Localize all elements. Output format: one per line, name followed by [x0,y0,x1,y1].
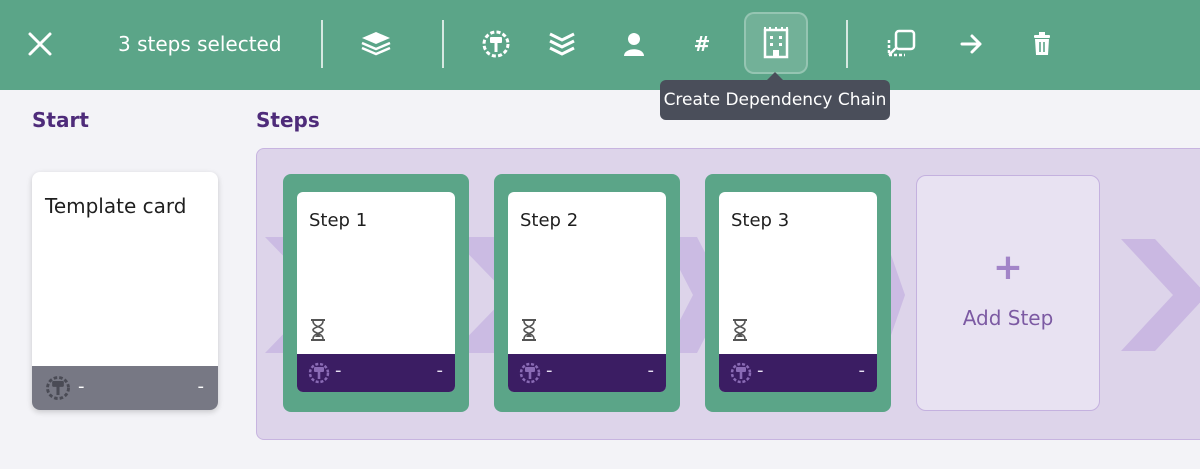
hammer-gear-icon [308,362,330,384]
hash-icon[interactable]: # [680,22,724,66]
hammer-gear-icon [519,362,541,384]
hammer-gear-icon [46,376,70,400]
step-frame-3[interactable]: Step 3 - - [705,174,891,412]
dependency-chain-icon[interactable] [744,12,808,74]
trash-icon[interactable] [1020,22,1064,66]
tooltip: Create Dependency Chain [660,72,890,120]
layers-icon[interactable] [540,22,584,66]
template-card-title: Template card [45,194,187,218]
steps-heading: Steps [256,108,320,132]
toolbar-divider [846,20,848,68]
step-footer-left: - [757,360,764,381]
step-footer-left: - [335,360,342,381]
step-card[interactable]: Step 2 - - [508,192,666,392]
step-footer-right: - [647,360,655,381]
step-footer-right: - [858,360,866,381]
hammer-gear-icon[interactable] [474,22,518,66]
plus-icon: + [992,247,1024,288]
start-heading: Start [32,108,89,132]
user-icon[interactable] [612,22,656,66]
step-footer-left: - [546,360,553,381]
arrow-right-icon[interactable] [950,22,994,66]
hash-label: # [693,32,711,56]
step-frame-2[interactable]: Step 2 - - [494,174,680,412]
hourglass-icon [311,319,325,341]
step-footer-right: - [436,360,444,381]
step-footer: - - [297,354,455,392]
step-card[interactable]: Step 1 - - [297,192,455,392]
add-step-button[interactable]: + Add Step [916,175,1100,411]
template-card-footer: - - [32,366,218,410]
step-footer: - - [508,354,666,392]
template-footer-left: - [78,376,85,397]
hourglass-icon [733,319,747,341]
toolbar-divider [442,20,444,68]
close-icon[interactable] [20,24,60,64]
step-title: Step 3 [731,210,790,231]
step-footer: - - [719,354,877,392]
hammer-gear-icon [730,362,752,384]
hourglass-icon [522,319,536,341]
step-title: Step 2 [520,210,579,231]
template-card[interactable]: Template card - - [32,172,218,410]
step-card[interactable]: Step 3 - - [719,192,877,392]
selection-toolbar: 3 steps selected # [0,0,1200,90]
step-title: Step 1 [309,210,368,231]
stack-icon[interactable] [354,22,398,66]
add-step-label: Add Step [962,306,1054,330]
toolbar-divider [321,20,323,68]
step-frame-1[interactable]: Step 1 - - [283,174,469,412]
template-footer-right: - [197,376,205,397]
selected-count-label: 3 steps selected [118,32,282,56]
move-to-icon[interactable] [880,22,924,66]
